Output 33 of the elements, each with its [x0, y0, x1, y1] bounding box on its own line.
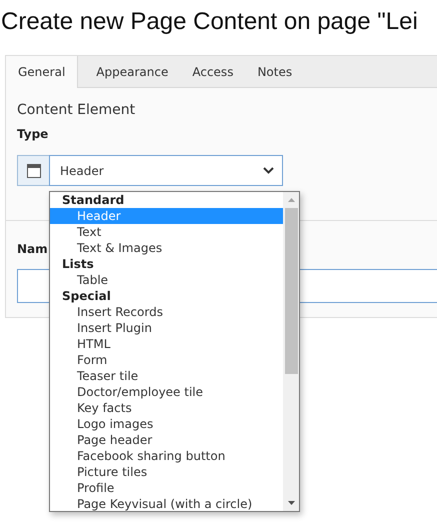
- section-title: Content Element: [17, 102, 136, 118]
- dropdown-option[interactable]: Picture tiles: [50, 464, 283, 480]
- dropdown-option[interactable]: Insert Records: [50, 304, 283, 320]
- scroll-down-icon: [288, 501, 294, 505]
- page-title: Create new Page Content on page "Lei: [0, 7, 419, 36]
- chevron-down-icon: [263, 167, 274, 174]
- field-label: Nam: [17, 242, 48, 256]
- option-group-label: Standard: [61, 192, 126, 208]
- dropdown-option[interactable]: Text: [50, 224, 283, 240]
- option-group-label: Lists: [61, 256, 95, 272]
- dropdown-option[interactable]: Key facts: [50, 400, 283, 416]
- dropdown-option[interactable]: HTML: [50, 336, 283, 352]
- tab[interactable]: Access: [180, 56, 246, 87]
- dropdown-option[interactable]: Teaser tile: [50, 368, 283, 384]
- field-label: Type: [17, 127, 48, 141]
- dropdown-option[interactable]: Insert Plugin: [50, 320, 283, 336]
- dropdown-option[interactable]: Page Keyvisual (with a circle): [50, 496, 283, 512]
- scrollbar[interactable]: [283, 192, 299, 511]
- dropdown-option[interactable]: Table: [50, 272, 283, 288]
- tab[interactable]: General: [6, 56, 78, 88]
- type-select[interactable]: Header: [49, 155, 283, 186]
- dropdown-option[interactable]: Facebook sharing button: [50, 448, 283, 464]
- tab[interactable]: Notes: [245, 56, 304, 87]
- dropdown-option[interactable]: Form: [50, 352, 283, 368]
- dropdown-option[interactable]: Profile: [50, 480, 283, 496]
- dropdown-option[interactable]: Logo images: [50, 416, 283, 432]
- option-group-label: Special: [61, 288, 112, 304]
- dropdown-option[interactable]: Doctor/employee tile: [50, 384, 283, 400]
- content-type-icon: [17, 155, 49, 186]
- dropdown-option[interactable]: Text & Images: [50, 240, 283, 256]
- scroll-up-icon: [288, 198, 294, 202]
- tab[interactable]: Appearance: [84, 56, 180, 87]
- dropdown-option[interactable]: Page header: [50, 432, 283, 448]
